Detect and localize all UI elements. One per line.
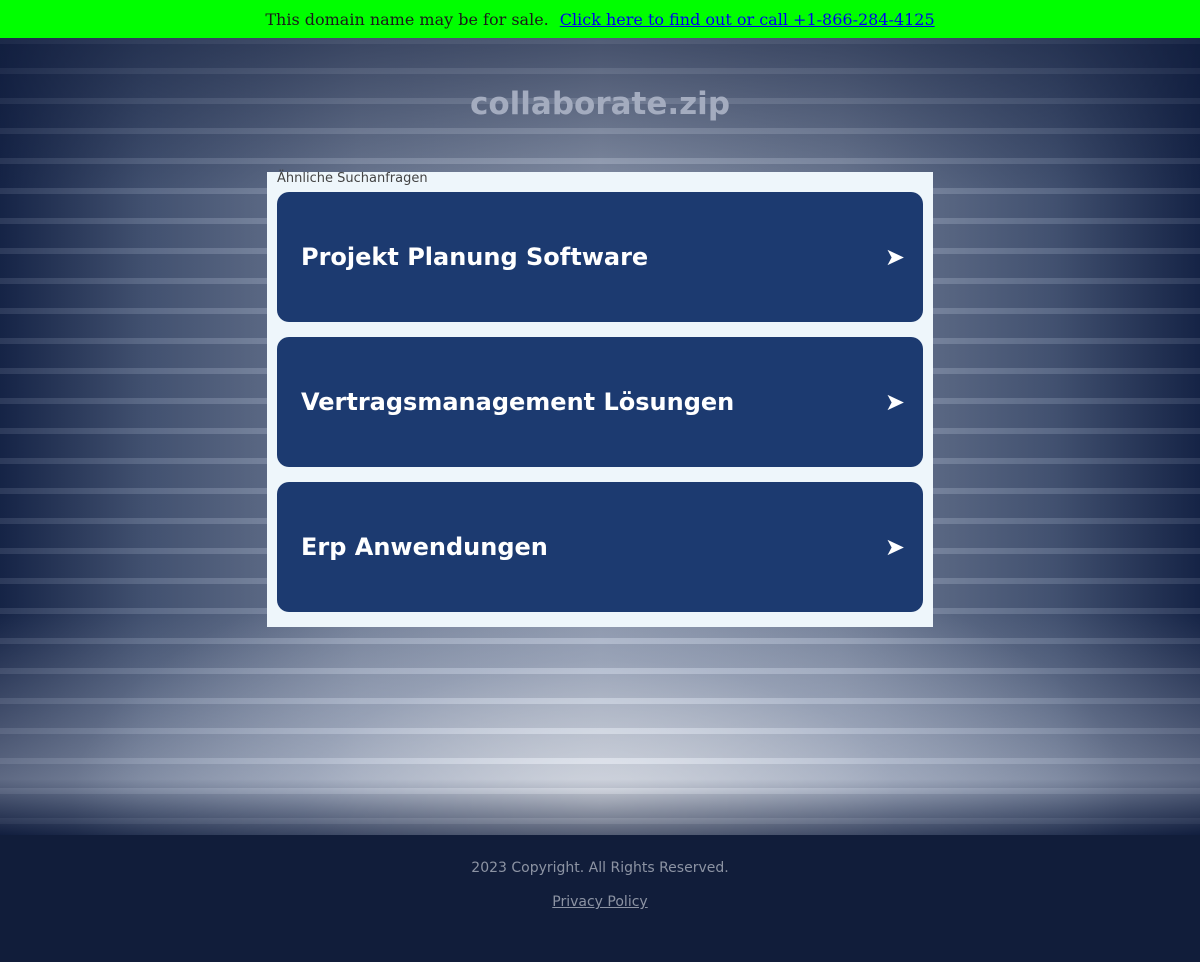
privacy-policy-link[interactable]: Privacy Policy <box>552 894 647 910</box>
related-searches-panel: Ähnliche Suchanfragen Projekt Planung So… <box>267 172 933 627</box>
page-footer: 2023 Copyright. All Rights Reserved. Pri… <box>0 835 1200 962</box>
domain-title: collaborate.zip <box>469 86 731 122</box>
sale-inquiry-link[interactable]: Click here to find out or call +1-866-28… <box>560 10 935 29</box>
search-link-vertragsmanagement-losungen[interactable]: Vertragsmanagement Lösungen ➤ <box>277 337 923 467</box>
domain-sale-banner: This domain name may be for sale. Click … <box>0 0 1200 38</box>
search-link-label: Projekt Planung Software <box>301 243 649 271</box>
copyright-text: 2023 Copyright. All Rights Reserved. <box>471 860 729 876</box>
arrow-right-icon: ➤ <box>884 388 905 416</box>
search-link-projekt-planung-software[interactable]: Projekt Planung Software ➤ <box>277 192 923 322</box>
search-link-label: Vertragsmanagement Lösungen <box>301 388 735 416</box>
sale-notice-text: This domain name may be for sale. <box>265 9 549 29</box>
arrow-right-icon: ➤ <box>884 533 905 561</box>
search-link-erp-anwendungen[interactable]: Erp Anwendungen ➤ <box>277 482 923 612</box>
arrow-right-icon: ➤ <box>884 243 905 271</box>
related-searches-caption: Ähnliche Suchanfragen <box>277 171 428 186</box>
search-link-label: Erp Anwendungen <box>301 533 548 561</box>
